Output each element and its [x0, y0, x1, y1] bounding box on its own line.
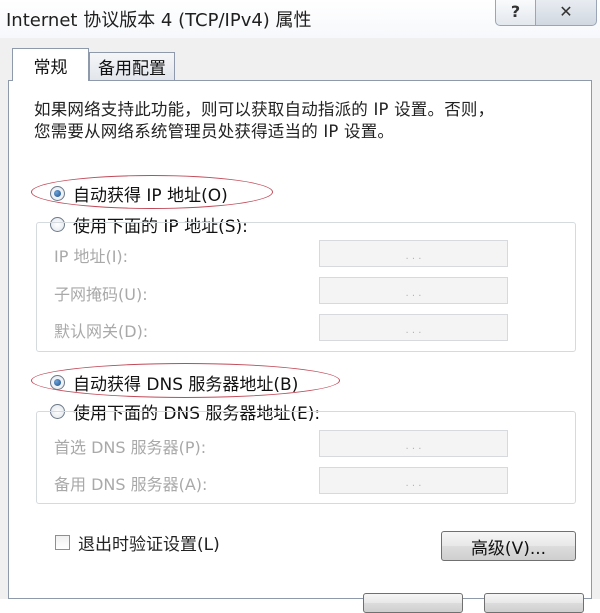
cancel-button[interactable]: [484, 593, 584, 613]
advanced-button[interactable]: 高级(V)...: [441, 531, 576, 561]
help-button[interactable]: ?: [495, 0, 536, 26]
auto-ip-label: 自动获得 IP 地址(O): [73, 186, 228, 206]
subnet-mask-dots: . . .: [405, 288, 422, 299]
close-button[interactable]: ✕: [535, 0, 597, 26]
tab-general[interactable]: 常规: [12, 48, 89, 81]
window-title: Internet 协议版本 4 (TCP/IPv4) 属性: [6, 10, 312, 31]
auto-dns-option[interactable]: 自动获得 DNS 服务器地址(B): [50, 370, 298, 395]
subnet-mask-input[interactable]: . . .: [319, 277, 508, 304]
auto-ip-option[interactable]: 自动获得 IP 地址(O): [50, 181, 228, 206]
help-icon: ?: [510, 2, 521, 21]
alternate-dns-label: 备用 DNS 服务器(A):: [54, 475, 208, 494]
validate-settings-option[interactable]: 退出时验证设置(L): [55, 530, 220, 555]
auto-dns-label: 自动获得 DNS 服务器地址(B): [73, 375, 299, 395]
ip-address-label: IP 地址(I):: [54, 247, 129, 266]
ok-button[interactable]: [363, 593, 463, 613]
alternate-dns-input[interactable]: . . .: [319, 467, 508, 494]
auto-ip-radio[interactable]: [50, 186, 65, 201]
alternate-dns-dots: . . .: [405, 478, 422, 489]
validate-settings-checkbox[interactable]: [55, 535, 70, 550]
validate-settings-label: 退出时验证设置(L): [78, 535, 220, 555]
ip-address-input[interactable]: . . .: [319, 240, 508, 267]
subnet-mask-label: 子网掩码(U):: [54, 285, 148, 304]
description-line-2: 您需要从网络系统管理员处获得适当的 IP 设置。: [34, 122, 395, 141]
title-bar: Internet 协议版本 4 (TCP/IPv4) 属性 ? ✕: [0, 0, 600, 39]
preferred-dns-label: 首选 DNS 服务器(P):: [54, 438, 207, 457]
auto-dns-radio[interactable]: [50, 375, 65, 390]
ip-address-dots: . . .: [405, 251, 422, 262]
default-gateway-input[interactable]: . . .: [319, 314, 508, 341]
close-icon: ✕: [559, 2, 573, 21]
description-line-1: 如果网络支持此功能，则可以获取自动指派的 IP 设置。否则，: [34, 100, 495, 119]
tab-alternate-configuration[interactable]: 备用配置: [89, 52, 175, 80]
default-gateway-label: 默认网关(D):: [54, 322, 149, 341]
default-gateway-dots: . . .: [405, 325, 422, 336]
preferred-dns-input[interactable]: . . .: [319, 430, 508, 457]
preferred-dns-dots: . . .: [405, 441, 422, 452]
